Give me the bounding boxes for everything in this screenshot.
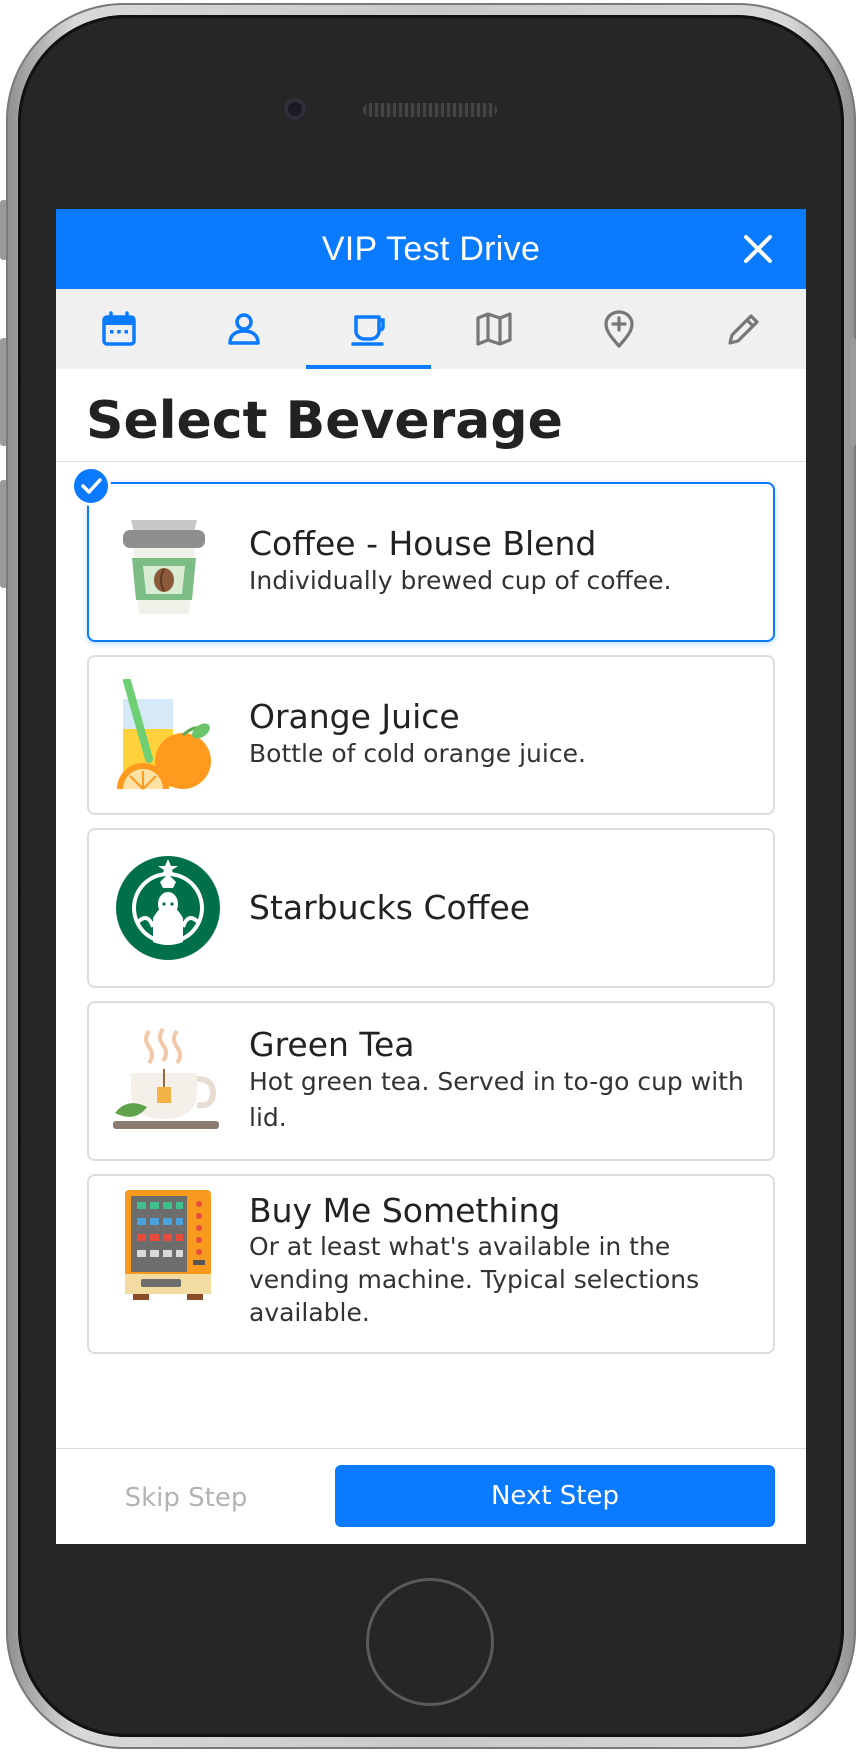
beverage-text: Starbucks Coffee [249, 830, 753, 986]
beverage-text: Coffee - House Blend Individually brewed… [249, 484, 753, 640]
beverage-name: Buy Me Something [249, 1191, 561, 1230]
next-step-button[interactable]: Next Step [335, 1465, 775, 1527]
beverage-text: Buy Me Something Or at least what's avai… [249, 1176, 753, 1352]
beverage-card-green-tea[interactable]: Green Tea Hot green tea. Served in to-go… [87, 1001, 775, 1161]
mute-switch [0, 200, 6, 260]
step-tabs [56, 289, 806, 369]
front-camera [284, 98, 306, 120]
beverage-name: Starbucks Coffee [249, 888, 531, 927]
app-screen: VIP Test Drive Select Beverage Coffee - … [56, 209, 806, 1544]
tab-location[interactable] [556, 289, 681, 369]
starbucks-logo [116, 856, 220, 960]
beverage-description: Hot green tea. Served in to-go cup with … [249, 1067, 744, 1132]
page-title: Select Beverage [56, 369, 806, 462]
close-icon[interactable] [742, 233, 774, 265]
calendar-icon [101, 311, 136, 346]
coffee-cup-icon [350, 315, 385, 346]
beverage-description: Individually brewed cup of coffee. [249, 566, 672, 595]
beverage-card-vending[interactable]: Buy Me Something Or at least what's avai… [87, 1174, 775, 1354]
app-title: VIP Test Drive [321, 229, 541, 268]
coffee-cup-image [123, 520, 205, 614]
person-icon [227, 313, 260, 345]
tab-contact[interactable] [181, 289, 306, 369]
beverage-text: Green Tea Hot green tea. Served in to-go… [249, 1003, 753, 1159]
pencil-icon [727, 314, 759, 345]
selected-checkmark-icon [71, 466, 111, 506]
orange-juice-image [117, 679, 211, 790]
volume-down-button [0, 480, 6, 588]
skip-step-button[interactable]: Skip Step [86, 1467, 286, 1529]
power-button [850, 338, 856, 446]
header-bar: VIP Test Drive [56, 209, 806, 289]
volume-up-button [0, 338, 6, 446]
tab-notes[interactable] [681, 289, 806, 369]
tab-route[interactable] [431, 289, 556, 369]
beverage-description: Or at least what's available in the vend… [249, 1232, 700, 1327]
beverage-name: Green Tea [249, 1025, 415, 1064]
beverage-card-orange-juice[interactable]: Orange Juice Bottle of cold orange juice… [87, 655, 775, 815]
tab-beverage[interactable] [306, 289, 431, 369]
tab-schedule[interactable] [56, 289, 181, 369]
beverage-card-starbucks[interactable]: Starbucks Coffee [87, 828, 775, 988]
beverage-name: Coffee - House Blend [249, 524, 597, 563]
footer-bar: Skip Step Next Step [56, 1448, 806, 1544]
vending-machine-image [125, 1190, 211, 1300]
beverage-text: Orange Juice Bottle of cold orange juice… [249, 657, 753, 813]
beverage-description: Bottle of cold orange juice. [249, 739, 586, 768]
earpiece-speaker [363, 103, 497, 117]
location-add-icon [603, 310, 634, 348]
tea-cup-image [113, 1027, 219, 1129]
beverage-card-coffee[interactable]: Coffee - House Blend Individually brewed… [71, 466, 775, 642]
map-icon [475, 312, 512, 346]
beverage-name: Orange Juice [249, 697, 460, 736]
beverage-list: Coffee - House Blend Individually brewed… [56, 460, 806, 1449]
home-button[interactable] [366, 1578, 494, 1706]
